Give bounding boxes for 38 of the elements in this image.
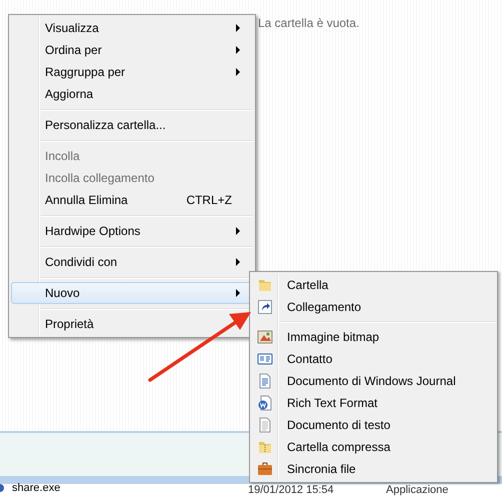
- text-document-icon: [257, 417, 273, 433]
- menu-item[interactable]: Personalizza cartella...: [11, 114, 253, 136]
- menu-item[interactable]: Contatto: [252, 348, 495, 370]
- submenu-arrow-icon: [236, 68, 240, 76]
- submenu-arrow-icon: [236, 258, 240, 266]
- journal-document-icon: [257, 373, 273, 389]
- menu-item[interactable]: Raggruppa per: [11, 61, 253, 83]
- menu-item[interactable]: Hardwipe Options: [11, 220, 253, 242]
- menu-item[interactable]: Aggiorna: [11, 83, 253, 105]
- file-date: 19/01/2012 15:54: [248, 484, 335, 496]
- menu-item[interactable]: Sincronia file: [252, 458, 495, 480]
- submenu-arrow-icon: [236, 46, 240, 54]
- menu-item[interactable]: Rich Text Format: [252, 392, 495, 414]
- image-icon: [257, 329, 273, 345]
- menu-item[interactable]: Immagine bitmap: [252, 326, 495, 348]
- menu-item[interactable]: Cartella: [252, 274, 495, 296]
- submenu-arrow-icon: [236, 24, 240, 32]
- menu-item[interactable]: Documento di testo: [252, 414, 495, 436]
- submenu-arrow-icon: [236, 289, 240, 297]
- menu-item[interactable]: Annulla Elimina CTRL+Z: [11, 189, 253, 211]
- zip-folder-icon: [257, 439, 273, 455]
- menu-item[interactable]: Collegamento: [252, 296, 495, 318]
- file-name[interactable]: share.exe: [12, 482, 60, 494]
- menu-item[interactable]: Visualizza: [11, 17, 253, 39]
- menu-item[interactable]: Proprietà: [11, 313, 253, 335]
- file-type: Applicazione: [386, 484, 448, 496]
- menu-item[interactable]: Condividi con: [11, 251, 253, 273]
- submenu-arrow-icon: [236, 227, 240, 235]
- briefcase-icon: [257, 461, 273, 477]
- menu-item[interactable]: Cartella compressa: [252, 436, 495, 458]
- folder-icon: [257, 277, 273, 293]
- shortcut-icon: [257, 299, 273, 315]
- shortcut-text: CTRL+Z: [186, 192, 232, 209]
- empty-folder-message: La cartella è vuota.: [258, 16, 360, 30]
- menu-item[interactable]: Documento di Windows Journal: [252, 370, 495, 392]
- menu-item[interactable]: Ordina per: [11, 39, 253, 61]
- document-icon: [257, 395, 273, 411]
- contact-card-icon: [257, 351, 273, 367]
